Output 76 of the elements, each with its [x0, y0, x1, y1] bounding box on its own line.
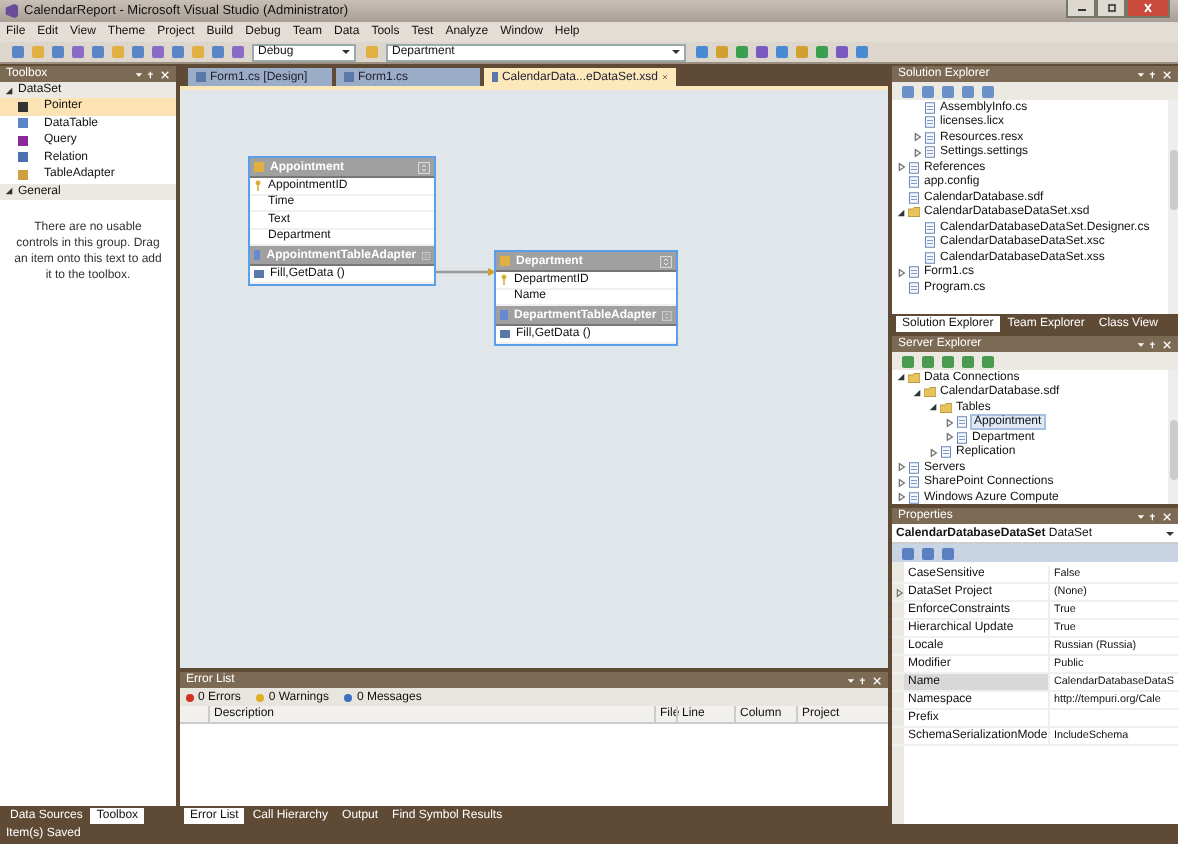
panel-buttons-icon[interactable] — [1136, 69, 1172, 79]
expand-arrow-icon[interactable] — [896, 462, 906, 473]
panel-buttons-icon[interactable] — [846, 675, 882, 685]
expand-arrow-icon[interactable] — [944, 417, 954, 428]
expand-arrow-icon[interactable] — [896, 492, 906, 503]
toolbar-button[interactable] — [978, 352, 996, 370]
toolbar-button[interactable] — [168, 43, 186, 61]
toolbar-button[interactable] — [918, 544, 936, 562]
toolbar-button[interactable] — [812, 43, 830, 61]
toolbar-button[interactable] — [128, 43, 146, 61]
table-icon — [254, 162, 264, 172]
toolbar-button[interactable] — [228, 43, 246, 61]
toolbar-button[interactable] — [978, 82, 996, 100]
toolbar-button[interactable] — [832, 43, 850, 61]
collapse-toggle-icon[interactable] — [418, 161, 430, 173]
toolbar-button[interactable] — [68, 43, 86, 61]
toolbar-button[interactable] — [772, 43, 790, 61]
toolbar-button[interactable] — [918, 82, 936, 100]
collapse-arrow-icon[interactable] — [928, 402, 938, 413]
toolbar-button[interactable] — [692, 43, 710, 61]
collapse-toggle-icon[interactable] — [662, 309, 672, 321]
expand-arrow-icon[interactable] — [912, 132, 922, 143]
collapse-arrow-icon — [4, 186, 14, 196]
collapse-toggle-icon[interactable] — [660, 255, 672, 267]
document-icon — [492, 72, 498, 82]
panel-buttons-icon[interactable] — [1136, 339, 1172, 349]
expand-arrow-icon[interactable] — [896, 162, 906, 173]
toolbar-button[interactable] — [208, 43, 226, 61]
collapse-arrow-icon[interactable] — [896, 372, 906, 383]
query-icon — [254, 269, 264, 278]
toolbar-button[interactable] — [732, 43, 750, 61]
collapse-arrow-icon[interactable] — [896, 207, 906, 218]
document-icon — [196, 72, 206, 82]
toolbar-button[interactable] — [938, 352, 956, 370]
adapter-icon — [500, 310, 508, 320]
expand-arrow-icon[interactable] — [944, 432, 954, 443]
document-icon — [344, 72, 354, 82]
panel-buttons-icon[interactable] — [1136, 511, 1172, 521]
toolbar-button[interactable] — [88, 43, 106, 61]
expand-arrow-icon[interactable] — [896, 267, 906, 278]
close-icon — [1140, 2, 1156, 14]
relation-connector — [434, 268, 496, 276]
adapter-icon — [254, 250, 261, 260]
toolbar-button[interactable] — [8, 43, 26, 61]
folder-icon — [908, 206, 920, 219]
toolbar-button[interactable] — [918, 352, 936, 370]
query-icon — [500, 329, 510, 338]
panel-buttons-icon[interactable] — [134, 69, 170, 79]
toolbar-button[interactable] — [898, 82, 916, 100]
toolbar-button[interactable] — [48, 43, 66, 61]
close-button[interactable] — [1126, 0, 1170, 18]
table-icon — [500, 256, 510, 266]
app-icon — [4, 4, 18, 18]
collapse-arrow-icon — [4, 85, 14, 95]
minimize-button[interactable] — [1066, 0, 1096, 18]
expand-arrow-icon[interactable] — [928, 447, 938, 458]
toolbar-button[interactable] — [852, 43, 870, 61]
toolbar-button[interactable] — [958, 352, 976, 370]
toolbar-button[interactable] — [148, 43, 166, 61]
collapse-toggle-icon[interactable] — [422, 249, 430, 261]
toolbar-button[interactable] — [938, 82, 956, 100]
expand-arrow-icon[interactable] — [896, 477, 906, 488]
scrollbar[interactable] — [1168, 100, 1178, 314]
scrollbar[interactable] — [1168, 370, 1178, 504]
toolbar-button[interactable] — [752, 43, 770, 61]
toolbar-button[interactable] — [938, 544, 956, 562]
toolbar-button[interactable] — [712, 43, 730, 61]
collapse-arrow-icon[interactable] — [912, 387, 922, 398]
file-icon — [940, 446, 952, 459]
restore-icon — [1103, 2, 1119, 14]
expand-arrow-icon[interactable] — [912, 147, 922, 158]
maximize-button[interactable] — [1096, 0, 1126, 18]
expand-arrow-icon[interactable] — [893, 587, 903, 597]
toolbar-button[interactable] — [792, 43, 810, 61]
toolbar-button[interactable] — [898, 544, 916, 562]
toolbar-button[interactable] — [958, 82, 976, 100]
